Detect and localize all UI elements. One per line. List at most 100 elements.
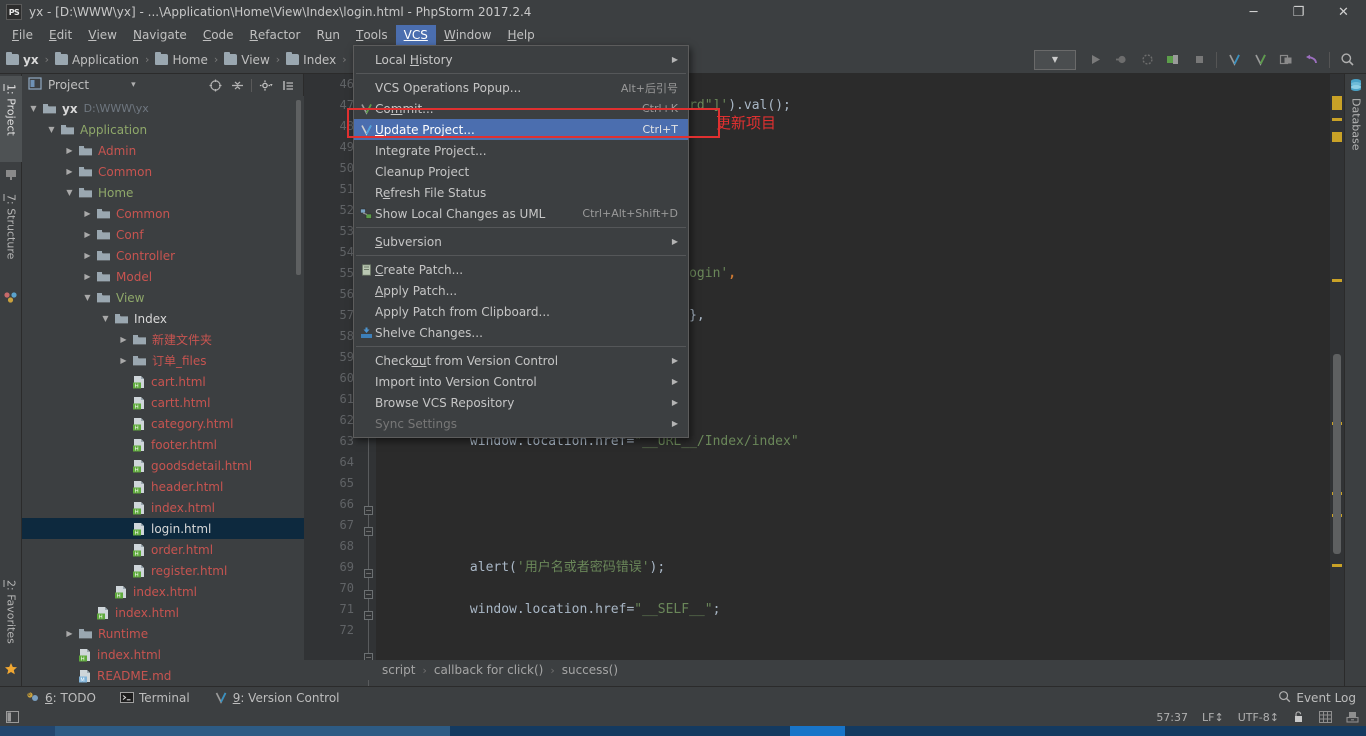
chevron-right-icon[interactable]: ▶ xyxy=(64,628,75,639)
menu-item-create-patch[interactable]: Create Patch... xyxy=(354,259,688,280)
close-button[interactable]: ✕ xyxy=(1321,0,1366,24)
menu-window[interactable]: Window xyxy=(436,25,500,45)
sidebar-tab-structure[interactable]: 7: Structure xyxy=(0,186,22,284)
menu-help[interactable]: Help xyxy=(499,25,542,45)
search-icon[interactable] xyxy=(1336,49,1358,71)
breadcrumb-item-home[interactable]: Home xyxy=(153,52,209,67)
caret-position[interactable]: 57:37 xyxy=(1156,711,1188,724)
tree-item-order-html[interactable]: Horder.html xyxy=(22,539,304,560)
editor-breadcrumb-script[interactable]: script xyxy=(382,663,415,677)
menu-file[interactable]: File xyxy=(4,25,41,45)
menu-vcs[interactable]: VCS xyxy=(395,25,436,45)
hide-panel-icon[interactable] xyxy=(280,77,296,93)
coverage-icon[interactable] xyxy=(1136,49,1158,71)
menu-item-import-into-version-control[interactable]: Import into Version Control ▶ xyxy=(354,371,688,392)
menu-item-integrate-project[interactable]: Integrate Project... xyxy=(354,140,688,161)
show-tool-windows-icon[interactable] xyxy=(6,711,20,723)
menu-tools[interactable]: Tools xyxy=(348,25,396,45)
taskbar-segment[interactable] xyxy=(450,726,790,736)
warning-marker[interactable] xyxy=(1332,564,1342,567)
tree-item-conf[interactable]: ▶ Conf xyxy=(22,224,304,245)
chevron-right-icon[interactable]: ▶ xyxy=(64,145,75,156)
chevron-down-icon[interactable]: ▼ xyxy=(46,124,57,135)
chevron-down-icon[interactable]: ▾ xyxy=(131,80,136,90)
debug-icon[interactable] xyxy=(1110,49,1132,71)
menu-item-subversion[interactable]: Subversion ▶ xyxy=(354,231,688,252)
tree-item-index-html[interactable]: Hindex.html xyxy=(22,644,304,665)
bottom-tab-version-control[interactable]: 9: Version Control xyxy=(214,691,340,705)
menu-item-apply-patch-from-clipboard[interactable]: Apply Patch from Clipboard... xyxy=(354,301,688,322)
menu-item-refresh-file-status[interactable]: Refresh File Status xyxy=(354,182,688,203)
menu-item-show-local-changes-as-uml[interactable]: Show Local Changes as UML Ctrl+Alt+Shift+… xyxy=(354,203,688,224)
sidebar-tab-project[interactable]: 1: Project xyxy=(0,76,22,162)
vcs-commit-icon[interactable] xyxy=(1249,49,1271,71)
project-file-tree[interactable]: ▼ yx D:\WWW\yx ▼ Application ▶ Admin ▶ Common ▼ Ho… xyxy=(22,96,304,686)
tree-item-index-html[interactable]: Hindex.html xyxy=(22,497,304,518)
collapse-all-icon[interactable] xyxy=(229,77,245,93)
tree-item-[interactable]: ▶ 新建文件夹 xyxy=(22,329,304,350)
grid-icon[interactable] xyxy=(1318,710,1333,724)
breadcrumb-item-yx[interactable]: yx xyxy=(4,52,41,67)
chevron-down-icon[interactable]: ▼ xyxy=(28,103,39,114)
tree-item-home[interactable]: ▼ Home xyxy=(22,182,304,203)
tree-item-controller[interactable]: ▶ Controller xyxy=(22,245,304,266)
profile-icon[interactable] xyxy=(1162,49,1184,71)
tree-item-cartt-html[interactable]: Hcartt.html xyxy=(22,392,304,413)
menu-run[interactable]: Run xyxy=(308,25,348,45)
maximize-button[interactable]: ❐ xyxy=(1276,0,1321,24)
taskbar-segment[interactable] xyxy=(0,726,55,736)
tree-item-runtime[interactable]: ▶ Runtime xyxy=(22,623,304,644)
bottom-tab-terminal[interactable]: Terminal xyxy=(119,691,190,705)
chevron-right-icon[interactable]: ▶ xyxy=(82,229,93,240)
chevron-right-icon[interactable]: ▶ xyxy=(64,166,75,177)
tree-item-admin[interactable]: ▶ Admin xyxy=(22,140,304,161)
vcs-dropdown-menu[interactable]: Local History ▶ VCS Operations Popup... Alt… xyxy=(353,45,689,438)
fold-marker[interactable]: − xyxy=(364,611,373,620)
taskbar-active-segment[interactable] xyxy=(790,726,845,736)
tree-item-common[interactable]: ▶ Common xyxy=(22,203,304,224)
menu-item-commit[interactable]: Commit... Ctrl+K xyxy=(354,98,688,119)
chevron-down-icon[interactable]: ▼ xyxy=(64,187,75,198)
tree-item-goodsdetail-html[interactable]: Hgoodsdetail.html xyxy=(22,455,304,476)
warning-marker[interactable] xyxy=(1332,96,1342,110)
lock-icon[interactable] xyxy=(1291,710,1306,724)
breadcrumb-item-view[interactable]: View xyxy=(222,52,271,67)
undo-icon[interactable] xyxy=(1301,49,1323,71)
menu-item-local-history[interactable]: Local History ▶ xyxy=(354,49,688,70)
warning-marker[interactable] xyxy=(1332,279,1342,282)
editor-breadcrumb-success[interactable]: success() xyxy=(562,663,618,677)
tree-item-cart-html[interactable]: Hcart.html xyxy=(22,371,304,392)
settings-gear-icon[interactable] xyxy=(258,77,274,93)
menu-item-apply-patch[interactable]: Apply Patch... xyxy=(354,280,688,301)
editor-breadcrumb-callback[interactable]: callback for click() xyxy=(434,663,543,677)
fold-marker[interactable]: − xyxy=(364,506,373,515)
chevron-right-icon[interactable]: ▶ xyxy=(82,271,93,282)
fold-marker[interactable]: − xyxy=(364,590,373,599)
vcs-diff-icon[interactable] xyxy=(1275,49,1297,71)
tree-item-header-html[interactable]: Hheader.html xyxy=(22,476,304,497)
tree-item-yx[interactable]: ▼ yx D:\WWW\yx xyxy=(22,98,304,119)
menu-edit[interactable]: Edit xyxy=(41,25,80,45)
fold-marker[interactable]: − xyxy=(364,527,373,536)
project-tree-scrollbar[interactable] xyxy=(296,100,301,275)
tree-item-view[interactable]: ▼ View xyxy=(22,287,304,308)
inspection-icon[interactable] xyxy=(1345,710,1360,724)
breadcrumb-item-index[interactable]: Index xyxy=(284,52,338,67)
file-encoding[interactable]: UTF-8↕ xyxy=(1238,711,1279,724)
tree-item-register-html[interactable]: Hregister.html xyxy=(22,560,304,581)
tree-item-application[interactable]: ▼ Application xyxy=(22,119,304,140)
menu-view[interactable]: View xyxy=(80,25,125,45)
warning-marker[interactable] xyxy=(1332,132,1342,142)
sidebar-tab-favorites[interactable]: 2: Favorites xyxy=(0,572,22,672)
taskbar-segment[interactable] xyxy=(55,726,450,736)
breadcrumb-item-application[interactable]: Application xyxy=(53,52,141,67)
menu-navigate[interactable]: Navigate xyxy=(125,25,195,45)
tree-item-footer-html[interactable]: Hfooter.html xyxy=(22,434,304,455)
fold-marker[interactable]: − xyxy=(364,569,373,578)
menu-item-browse-vcs-repository[interactable]: Browse VCS Repository ▶ xyxy=(354,392,688,413)
tree-item-model[interactable]: ▶ Model xyxy=(22,266,304,287)
menu-refactor[interactable]: Refactor xyxy=(242,25,309,45)
scroll-from-source-icon[interactable] xyxy=(207,77,223,93)
editor-marker-bar[interactable] xyxy=(1330,74,1344,660)
menu-item-vcs-operations-popup[interactable]: VCS Operations Popup... Alt+后引号 xyxy=(354,77,688,98)
